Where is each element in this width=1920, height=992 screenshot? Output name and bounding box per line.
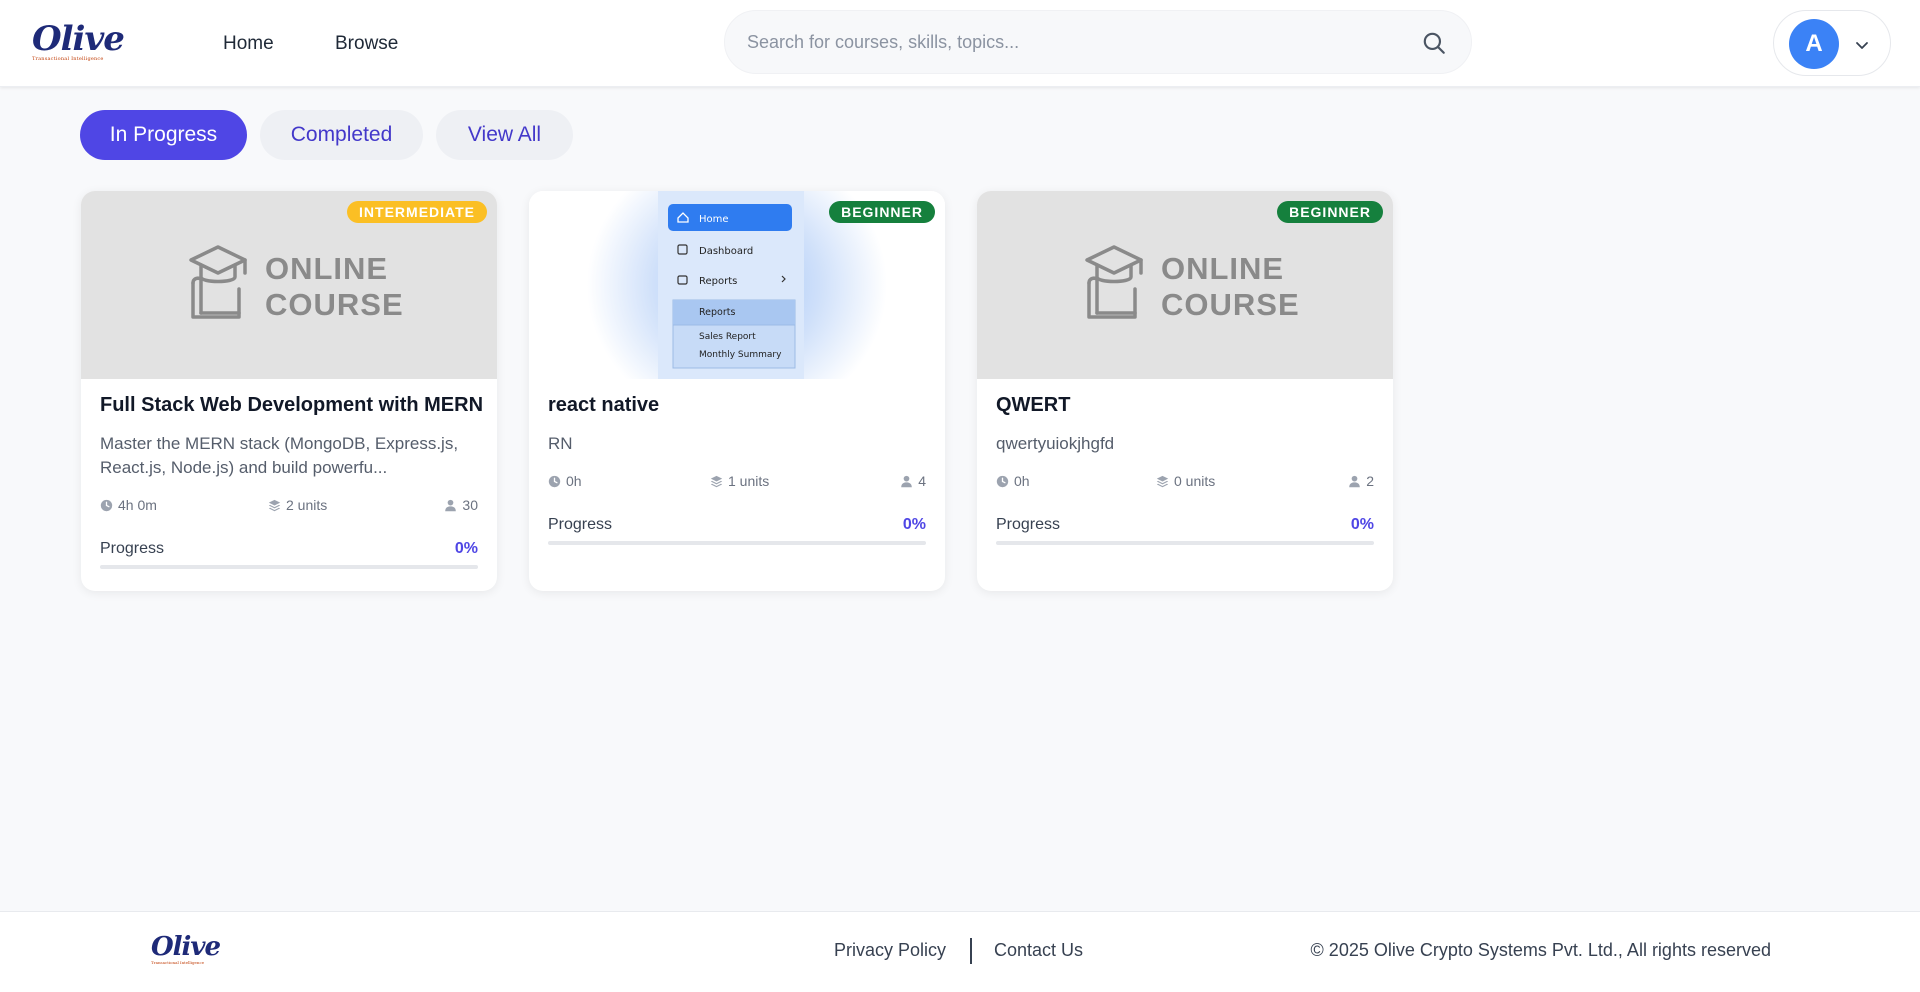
level-badge: BEGINNER [829, 201, 935, 223]
course-thumbnail: Home Dashboard Reports Reports Sales Rep… [529, 191, 945, 379]
course-learners: 2 [1366, 473, 1374, 489]
user-icon [1349, 475, 1360, 487]
nav-home-link[interactable]: Home [223, 0, 274, 87]
menu-screenshot-text: Reports [699, 307, 735, 318]
user-menu[interactable]: A [1773, 10, 1891, 76]
course-units: 1 units [728, 473, 770, 489]
footer-divider [970, 938, 972, 964]
level-badge: INTERMEDIATE [347, 201, 487, 223]
course-duration: 0h [566, 473, 582, 489]
layers-icon [1156, 475, 1169, 487]
course-duration: 4h 0m [118, 497, 157, 513]
progress-bar [996, 541, 1374, 545]
thumbnail-text-line: ONLINE [265, 251, 389, 286]
contact-us-link[interactable]: Contact Us [994, 940, 1083, 961]
search-bar [724, 10, 1472, 74]
progress-bar [100, 565, 478, 569]
clock-icon [548, 475, 561, 487]
course-card[interactable]: Home Dashboard Reports Reports Sales Rep… [529, 191, 945, 591]
progress-value: 0% [902, 516, 926, 533]
tab-view-all[interactable]: View All [436, 110, 573, 160]
course-thumbnail: ONLINE COURSE BEGINNER [977, 191, 1393, 379]
progress-bar [548, 541, 926, 545]
copyright-text: © 2025 Olive Crypto Systems Pvt. Ltd., A… [1310, 940, 1771, 960]
graduation-book-icon [1085, 245, 1143, 319]
thumbnail-text-line: COURSE [1161, 287, 1300, 322]
course-meta: 0h 0 units 2 [996, 473, 1374, 491]
course-title[interactable]: react native [548, 394, 659, 417]
course-card[interactable]: ONLINE COURSE INTERMEDIATE Full Stack We… [81, 191, 497, 591]
course-meta: 4h 0m 2 units 30 [100, 497, 478, 515]
clock-icon [996, 475, 1009, 487]
course-learners: 30 [462, 497, 478, 513]
thumbnail-text-line: ONLINE [1161, 251, 1285, 286]
menu-screenshot-text: Monthly Summary [699, 350, 782, 360]
progress-label: Progress [996, 516, 1061, 533]
course-description: qwertyuiokjhgfd [996, 434, 1115, 453]
progress-value: 0% [1350, 516, 1374, 533]
course-duration: 0h [1014, 473, 1030, 489]
olive-logo[interactable]: Olive Transactional Intelligence [32, 19, 125, 62]
clock-icon [100, 499, 113, 511]
user-icon [901, 475, 912, 487]
course-learners: 4 [918, 473, 926, 489]
privacy-policy-link[interactable]: Privacy Policy [834, 940, 946, 961]
thumbnail-text-line: COURSE [265, 287, 404, 322]
progress-label: Progress [548, 516, 613, 533]
chevron-down-icon[interactable] [1854, 37, 1870, 53]
menu-screenshot-text: Dashboard [699, 246, 753, 257]
tab-in-progress[interactable]: In Progress [80, 110, 247, 160]
nav-browse-link[interactable]: Browse [335, 0, 398, 87]
course-units: 2 units [286, 497, 328, 513]
course-title[interactable]: QWERT [996, 394, 1070, 417]
menu-screenshot-text: Reports [699, 276, 737, 287]
search-icon[interactable] [1421, 30, 1447, 56]
course-title[interactable]: Full Stack Web Development with MERN [100, 394, 483, 417]
course-description: RN [548, 434, 573, 453]
tab-completed[interactable]: Completed [260, 110, 423, 160]
footer-logo[interactable]: Olive Transactional Intelligence [151, 932, 221, 965]
user-icon [445, 499, 457, 511]
logo-wordmark: Olive [32, 19, 125, 59]
course-meta: 0h 1 units 4 [548, 473, 926, 491]
menu-screenshot-text: Home [699, 214, 729, 225]
course-description: Master the MERN stack (MongoDB, Express.… [100, 434, 459, 477]
course-units: 0 units [1174, 473, 1216, 489]
level-badge: BEGINNER [1277, 201, 1383, 223]
graduation-book-icon [189, 245, 247, 319]
avatar[interactable]: A [1789, 19, 1839, 69]
page-footer: Olive Transactional Intelligence Privacy… [0, 911, 1920, 992]
layers-icon [268, 499, 281, 511]
menu-screenshot-text: Sales Report [699, 332, 756, 342]
top-header: Olive Transactional Intelligence Home Br… [0, 0, 1920, 87]
logo-wordmark: Olive [151, 932, 221, 962]
layers-icon [710, 475, 723, 487]
online-course-placeholder: ONLINE COURSE [1083, 243, 1299, 323]
progress-label: Progress [100, 540, 165, 557]
course-thumbnail: ONLINE COURSE INTERMEDIATE [81, 191, 497, 379]
course-card[interactable]: ONLINE COURSE BEGINNER QWERT qwertyuiokj… [977, 191, 1393, 591]
online-course-placeholder: ONLINE COURSE [187, 243, 403, 323]
search-input[interactable] [747, 11, 1387, 73]
progress-value: 0% [454, 540, 478, 557]
